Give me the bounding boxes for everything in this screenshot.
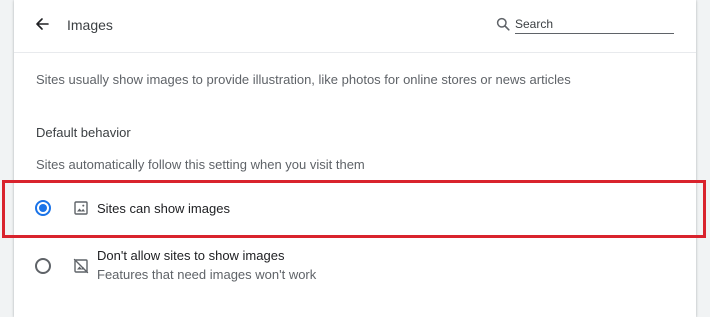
option-label: Sites can show images <box>97 201 230 216</box>
search-icon <box>496 17 510 31</box>
radio-block-images[interactable] <box>35 258 51 274</box>
option-block-images[interactable]: Don't allow sites to show images Feature… <box>14 238 696 292</box>
settings-card: Images Sites usually show images to prov… <box>14 0 696 317</box>
image-icon <box>74 201 88 215</box>
option-allow-images[interactable]: Sites can show images <box>14 185 696 231</box>
search-box[interactable] <box>494 12 676 36</box>
search-input[interactable] <box>515 15 674 34</box>
radio-allow-images[interactable] <box>35 200 51 216</box>
page-header: Images <box>14 0 696 53</box>
section-subtitle: Sites automatically follow this setting … <box>36 157 365 172</box>
option-sublabel: Features that need images won't work <box>97 267 317 282</box>
back-button[interactable] <box>30 12 54 36</box>
page-title: Images <box>67 17 113 33</box>
image-off-icon <box>73 258 89 274</box>
page-description: Sites usually show images to provide ill… <box>36 72 571 87</box>
option-label: Don't allow sites to show images <box>97 248 285 263</box>
section-title: Default behavior <box>36 125 131 140</box>
arrow-left-icon <box>36 18 49 30</box>
